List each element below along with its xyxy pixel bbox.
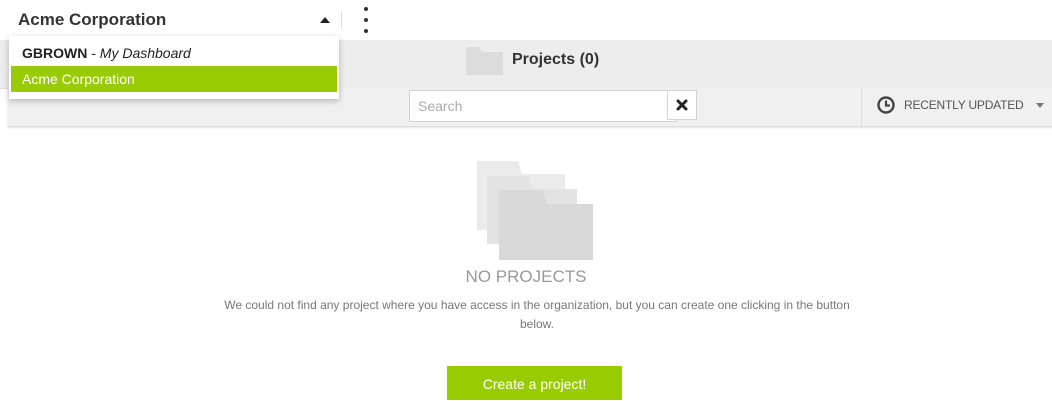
top-bar: Acme Corporation <box>0 0 1052 40</box>
create-project-button[interactable]: Create a project! <box>447 366 622 400</box>
page-title: Projects (0) <box>512 51 600 68</box>
folders-icon <box>477 161 593 260</box>
organization-name: Acme Corporation <box>18 10 167 29</box>
close-icon <box>676 99 688 111</box>
more-vertical-icon[interactable] <box>360 7 372 33</box>
folder-icon <box>466 47 503 75</box>
organization-dropdown: GBROWN - My Dashboard Acme Corporation <box>9 36 339 99</box>
dashboard-label: My Dashboard <box>99 45 191 61</box>
dropdown-item-dashboard[interactable]: GBROWN - My Dashboard <box>9 40 339 66</box>
separator: - <box>87 45 100 61</box>
divider <box>861 88 862 126</box>
divider <box>341 11 342 29</box>
empty-state-description: We could not find any project where you … <box>224 298 850 331</box>
organization-label: Acme Corporation <box>22 71 135 87</box>
organization-selector[interactable]: Acme Corporation <box>18 8 334 32</box>
clock-icon <box>877 96 895 114</box>
username: GBROWN <box>22 45 88 61</box>
chevron-down-icon <box>1035 102 1044 108</box>
empty-state-title: NO PROJECTS <box>465 267 587 286</box>
clear-search-button[interactable] <box>667 90 697 120</box>
caret-up-icon <box>320 17 330 23</box>
sort-dropdown[interactable]: RECENTLY UPDATED <box>876 93 1044 117</box>
search-input[interactable] <box>409 90 677 122</box>
sort-label: RECENTLY UPDATED <box>904 98 1024 112</box>
dropdown-item-organization[interactable]: Acme Corporation <box>11 66 337 92</box>
